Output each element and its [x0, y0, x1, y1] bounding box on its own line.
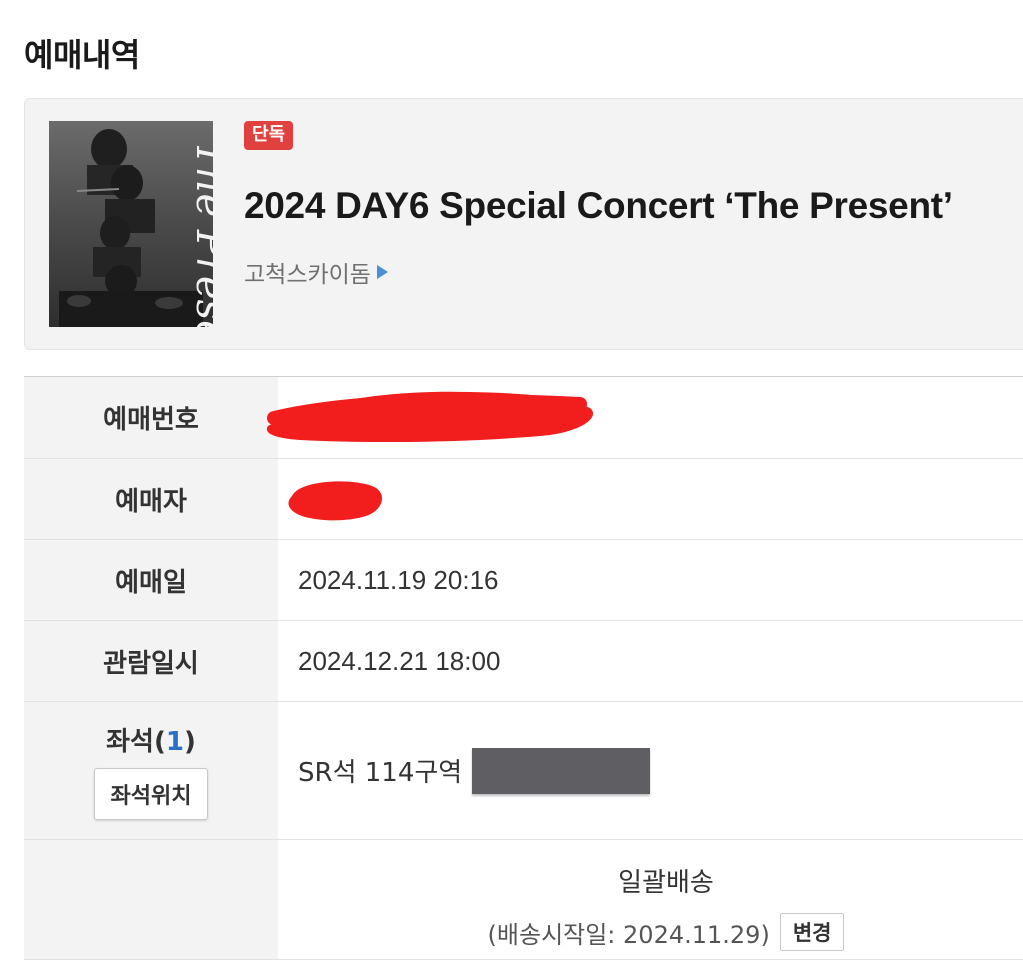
- event-poster[interactable]: The Present: [49, 121, 213, 327]
- venue-name: 고척스카이돔: [244, 262, 371, 288]
- booking-number-label: 예매번호: [24, 377, 278, 458]
- viewing-datetime-label: 관람일시: [24, 621, 278, 701]
- viewing-datetime-row: 관람일시 2024.12.21 18:00: [24, 621, 1023, 702]
- viewing-datetime-value: 2024.12.21 18:00: [298, 645, 501, 676]
- seat-label-close: ): [183, 727, 196, 757]
- booking-number-row: 예매번호: [24, 377, 1023, 459]
- delivery-start-date: (배송시작일: 2024.11.29): [487, 920, 770, 949]
- exclusive-badge: 단독: [244, 121, 294, 150]
- poster-script-text: The Present: [187, 141, 213, 327]
- seat-label: 좌석(1): [106, 721, 196, 758]
- seat-count: 1: [165, 727, 184, 757]
- booker-label: 예매자: [24, 459, 278, 539]
- delivery-row: 일괄배송 (배송시작일: 2024.11.29) 변경: [24, 840, 1023, 960]
- seat-label-text: 좌석(: [106, 727, 166, 757]
- booker-value: [278, 459, 1023, 539]
- delivery-method: 일괄배송: [618, 868, 714, 898]
- booking-date-value: 2024.11.19 20:16: [298, 564, 499, 595]
- page-title: 예매내역: [24, 36, 140, 74]
- seat-label-cell: 좌석(1) 좌석위치: [24, 702, 278, 839]
- booking-date-row: 예매일 2024.11.19 20:16: [24, 540, 1023, 621]
- seat-value: SR석 114구역: [298, 758, 463, 788]
- event-card[interactable]: The Present 단독 2024 DAY6 Special Concert…: [24, 98, 1023, 350]
- seat-value-cell: SR석 114구역: [278, 702, 1023, 839]
- change-button[interactable]: 변경: [779, 913, 845, 951]
- poster-image: The Present: [49, 121, 213, 327]
- booking-details-table: 예매번호 예매자 예매일 2024.11.19 20:16 관람일시 2024.…: [24, 376, 1023, 960]
- booking-number-value: [278, 377, 1023, 458]
- redaction-box: [472, 747, 651, 794]
- seat-row: 좌석(1) 좌석위치 SR석 114구역: [24, 702, 1023, 840]
- delivery-date-row: (배송시작일: 2024.11.29) 변경: [488, 913, 845, 951]
- delivery-value: 일괄배송 (배송시작일: 2024.11.29) 변경: [278, 840, 1023, 959]
- booker-row: 예매자: [24, 459, 1023, 540]
- event-title[interactable]: 2024 DAY6 Special Concert ‘The Present’: [244, 185, 953, 227]
- play-arrow-icon: [376, 265, 388, 279]
- booking-date-label: 예매일: [24, 540, 278, 620]
- delivery-label: [24, 840, 278, 959]
- venue-link[interactable]: 고척스카이돔: [244, 255, 388, 289]
- seat-location-button[interactable]: 좌석위치: [93, 768, 209, 820]
